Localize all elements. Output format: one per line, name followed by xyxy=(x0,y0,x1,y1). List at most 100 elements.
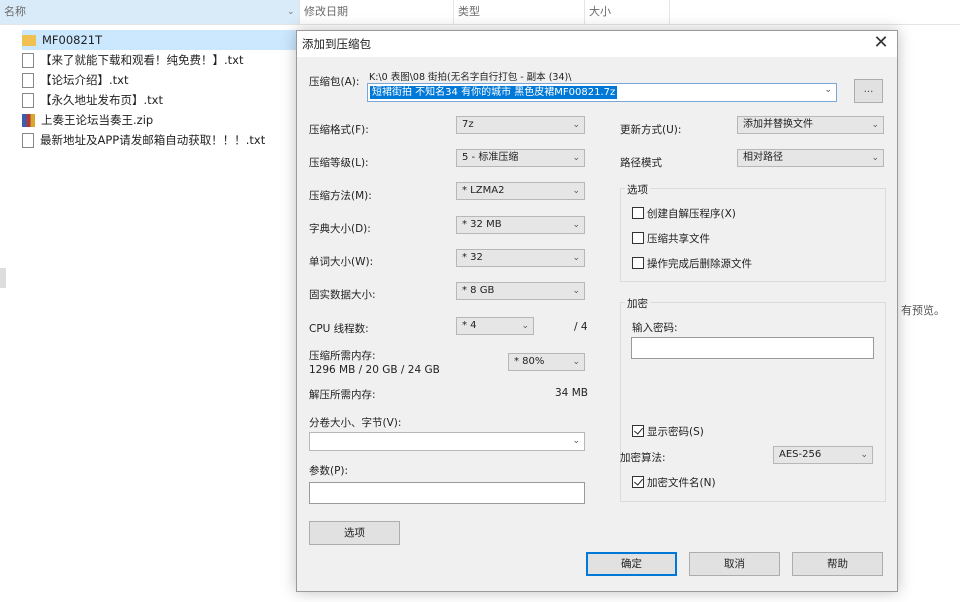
solid-size-label: 固实数据大小: xyxy=(309,289,376,301)
chevron-down-icon: ⌄ xyxy=(572,120,580,130)
shared-files-label: 压缩共享文件 xyxy=(647,233,710,245)
dialog-titlebar[interactable]: 添加到压缩包 ✕ xyxy=(297,31,897,57)
zip-archive-icon xyxy=(22,113,35,127)
folder-icon xyxy=(22,34,36,46)
update-mode-label: 更新方式(U): xyxy=(620,124,682,136)
cpu-threads-value: * 4 xyxy=(462,320,477,331)
chevron-down-icon: ⌄ xyxy=(572,357,580,367)
chevron-down-icon[interactable]: ⌄ xyxy=(824,85,832,95)
column-type[interactable]: 类型 xyxy=(454,0,585,24)
delete-after-label: 操作完成后删除源文件 xyxy=(647,258,752,270)
level-value: 5 - 标准压缩 xyxy=(462,152,519,163)
archive-name-input[interactable]: 短裙街拍 不知名34 有你的城市 黑色皮裙MF00821.7z ⌄ xyxy=(367,83,837,102)
file-name: 【永久地址发布页】.txt xyxy=(40,93,163,107)
format-label: 压缩格式(F): xyxy=(309,124,369,136)
cpu-threads-total: / 4 xyxy=(574,321,588,333)
options-button[interactable]: 选项 xyxy=(309,521,400,545)
shared-files-checkbox[interactable] xyxy=(632,232,644,244)
password-label: 输入密码: xyxy=(632,322,678,334)
chevron-down-icon: ⌄ xyxy=(860,450,868,460)
column-dropdown-icon[interactable]: ⌄ xyxy=(287,0,295,24)
column-modified[interactable]: 修改日期 xyxy=(300,0,454,24)
params-input[interactable] xyxy=(309,482,585,504)
path-mode-select[interactable]: 相对路径 ⌄ xyxy=(737,149,884,167)
compress-memory-detail: 1296 MB / 20 GB / 24 GB xyxy=(309,364,440,376)
path-mode-label: 路径模式 xyxy=(620,157,662,169)
encryption-method-label: 加密算法: xyxy=(620,452,666,464)
solid-size-value: * 8 GB xyxy=(462,285,495,296)
text-file-icon xyxy=(22,92,34,108)
show-password-checkbox[interactable] xyxy=(632,425,644,437)
method-value: * LZMA2 xyxy=(462,185,505,196)
text-file-icon xyxy=(22,72,34,88)
method-label: 压缩方法(M): xyxy=(309,190,372,202)
update-mode-select[interactable]: 添加并替换文件 ⌄ xyxy=(737,116,884,134)
word-size-label: 单词大小(W): xyxy=(309,256,374,268)
chevron-down-icon: ⌄ xyxy=(572,253,580,263)
chevron-down-icon: ⌄ xyxy=(572,153,580,163)
column-name-label: 名称 xyxy=(4,5,26,18)
file-row[interactable]: 最新地址及APP请发邮箱自动获取！！！.txt xyxy=(22,130,298,150)
file-row[interactable]: 上奏王论坛当奏王.zip xyxy=(22,110,298,130)
cpu-threads-label: CPU 线程数: xyxy=(309,323,369,335)
path-mode-value: 相对路径 xyxy=(743,152,783,163)
file-name: 【论坛介绍】.txt xyxy=(40,73,129,87)
column-name[interactable]: 名称 ⌃ ⌄ xyxy=(0,0,300,24)
memory-usage-select[interactable]: * 80% ⌄ xyxy=(508,353,585,371)
delete-after-checkbox[interactable] xyxy=(632,257,644,269)
chevron-down-icon: ⌄ xyxy=(572,436,580,446)
preview-hint-text: 有预览。 xyxy=(901,304,945,317)
cancel-button[interactable]: 取消 xyxy=(689,552,780,576)
decompress-memory-value: 34 MB xyxy=(555,387,588,399)
column-size[interactable]: 大小 xyxy=(585,0,670,24)
browse-button[interactable]: ... xyxy=(854,79,883,103)
sfx-checkbox[interactable] xyxy=(632,207,644,219)
help-button[interactable]: 帮助 xyxy=(792,552,883,576)
file-name: 【来了就能下载和观看！纯免费！】.txt xyxy=(40,53,244,67)
chevron-down-icon: ⌄ xyxy=(572,186,580,196)
file-name: 最新地址及APP请发邮箱自动获取！！！.txt xyxy=(40,133,266,147)
ok-button[interactable]: 确定 xyxy=(586,552,677,576)
split-size-input[interactable]: ⌄ xyxy=(309,432,585,451)
word-size-select[interactable]: * 32 ⌄ xyxy=(456,249,585,267)
sfx-label: 创建自解压程序(X) xyxy=(647,208,736,220)
solid-size-select[interactable]: * 8 GB ⌄ xyxy=(456,282,585,300)
column-header-bar: 名称 ⌃ ⌄ 修改日期 类型 大小 xyxy=(0,0,960,25)
params-label: 参数(P): xyxy=(309,465,349,477)
dictionary-label: 字典大小(D): xyxy=(309,223,371,235)
scroll-marker xyxy=(0,268,6,288)
file-name: 上奏王论坛当奏王.zip xyxy=(41,113,154,127)
dictionary-value: * 32 MB xyxy=(462,219,502,230)
cpu-threads-select[interactable]: * 4 ⌄ xyxy=(456,317,534,335)
update-mode-value: 添加并替换文件 xyxy=(743,119,813,130)
chevron-down-icon: ⌄ xyxy=(871,153,879,163)
file-row[interactable]: 【论坛介绍】.txt xyxy=(22,70,298,90)
file-name: MF00821T xyxy=(42,33,103,47)
archive-label: 压缩包(A): xyxy=(309,76,360,88)
method-select[interactable]: * LZMA2 ⌄ xyxy=(456,182,585,200)
split-size-label: 分卷大小、字节(V): xyxy=(309,417,402,429)
text-file-icon xyxy=(22,52,34,68)
chevron-down-icon: ⌄ xyxy=(572,286,580,296)
file-row[interactable]: 【来了就能下载和观看！纯免费！】.txt xyxy=(22,50,298,70)
file-row[interactable]: 【永久地址发布页】.txt xyxy=(22,90,298,110)
sort-chevron-icon: ⌃ xyxy=(150,0,160,8)
format-select[interactable]: 7z ⌄ xyxy=(456,116,585,134)
format-value: 7z xyxy=(462,119,474,130)
decompress-memory-label: 解压所需内存: xyxy=(309,389,376,401)
level-select[interactable]: 5 - 标准压缩 ⌄ xyxy=(456,149,585,167)
chevron-down-icon: ⌄ xyxy=(871,120,879,130)
text-file-icon xyxy=(22,132,34,148)
memory-usage-value: * 80% xyxy=(514,356,545,367)
encryption-method-select[interactable]: AES-256 ⌄ xyxy=(773,446,873,464)
close-icon[interactable]: ✕ xyxy=(871,33,891,53)
show-password-label: 显示密码(S) xyxy=(647,426,704,438)
file-row[interactable]: MF00821T xyxy=(22,30,298,50)
archive-name-value: 短裙街拍 不知名34 有你的城市 黑色皮裙MF00821.7z xyxy=(370,86,618,99)
file-list: MF00821T 【来了就能下载和观看！纯免费！】.txt 【论坛介绍】.txt… xyxy=(22,30,298,150)
encrypt-filenames-checkbox[interactable] xyxy=(632,476,644,488)
word-size-value: * 32 xyxy=(462,252,483,263)
dictionary-select[interactable]: * 32 MB ⌄ xyxy=(456,216,585,234)
level-label: 压缩等级(L): xyxy=(309,157,369,169)
password-input[interactable] xyxy=(631,337,874,359)
